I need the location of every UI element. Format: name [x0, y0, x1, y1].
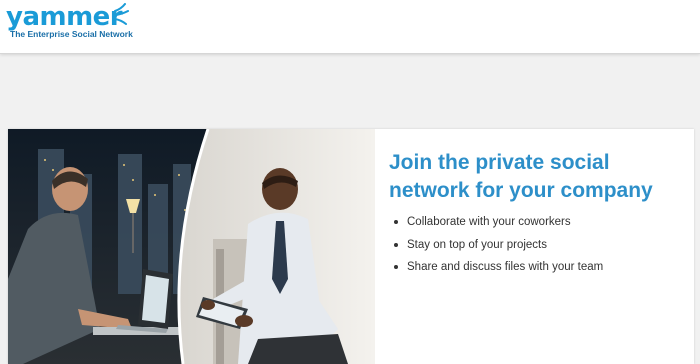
bullet-icon [394, 220, 398, 224]
logo-rays-icon [114, 3, 129, 25]
feature-text: Collaborate with your coworkers [407, 216, 571, 228]
logo-wordmark: yammer [6, 2, 123, 32]
feature-text: Stay on top of your projects [407, 238, 547, 251]
list-item: Collaborate with your coworkers [394, 211, 603, 234]
feature-text: Share and discuss files with your team [407, 261, 604, 273]
list-item: Share and discuss files with your team [394, 256, 603, 279]
office-workers-photo [8, 129, 375, 364]
bullet-icon [394, 265, 398, 269]
bullet-icon [394, 242, 398, 247]
logo-tagline: The Enterprise Social Network [10, 29, 133, 39]
list-item: Stay on top of your projects [394, 234, 603, 257]
hero-headline: Join the private social network for your… [389, 151, 653, 202]
feature-list: Collaborate with your coworkers Stay on … [394, 211, 603, 279]
hero-banner: Join the private social network for your… [8, 129, 694, 364]
top-header-bar: yammer The Enterprise Social Network [0, 0, 700, 54]
yammer-logo[interactable]: yammer The Enterprise Social Network [6, 2, 136, 44]
